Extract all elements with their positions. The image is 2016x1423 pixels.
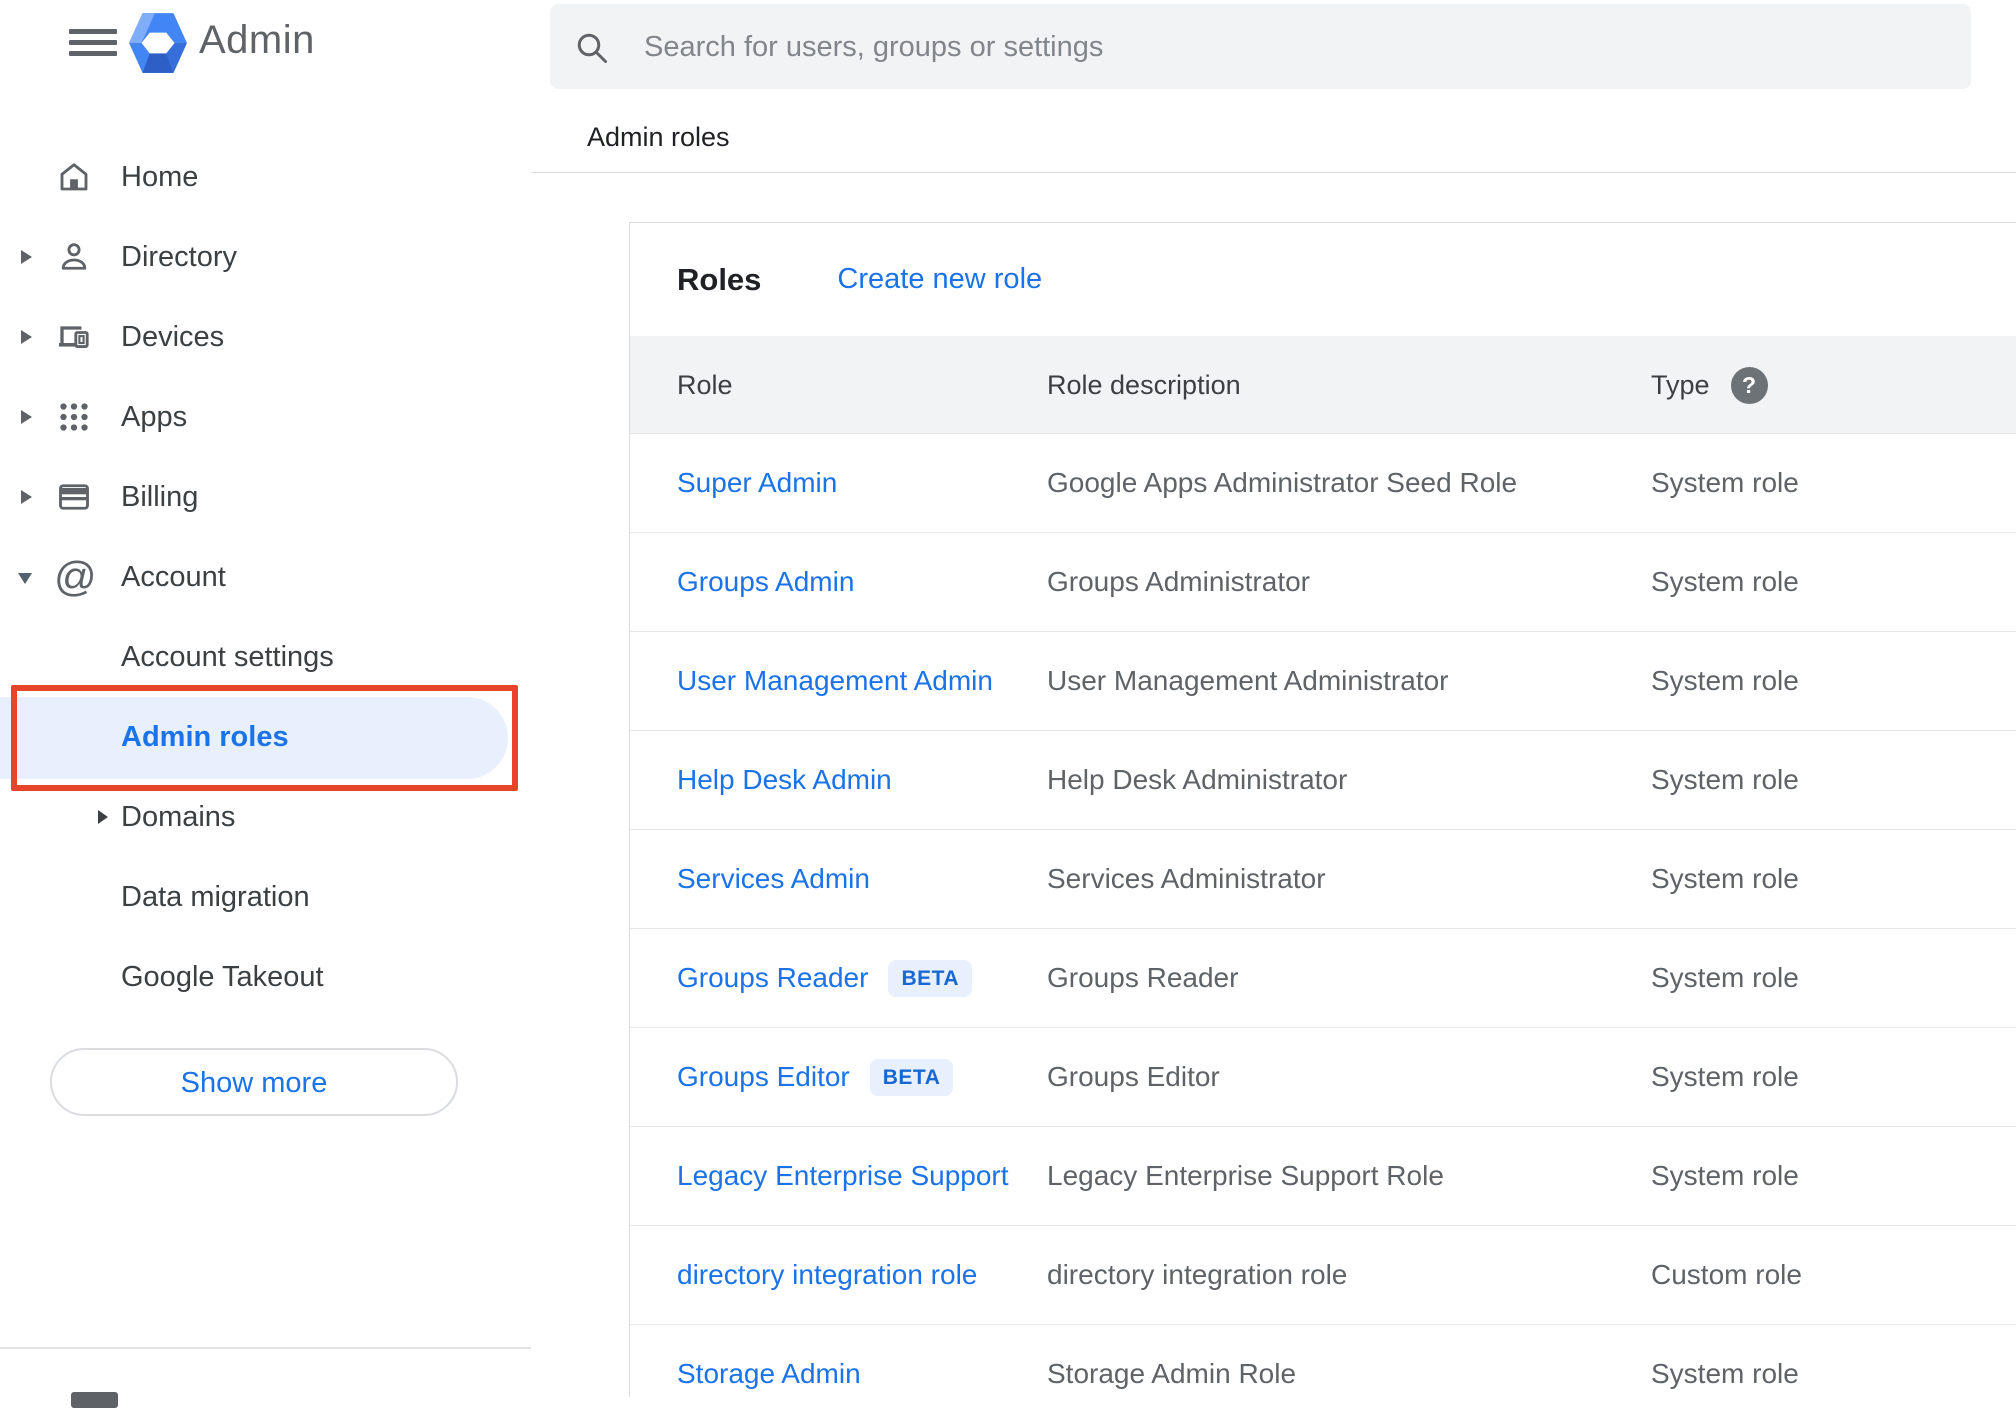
table-row: Legacy Enterprise Support Legacy Enterpr… [630,1127,2016,1226]
role-description: Help Desk Administrator [1047,764,1348,795]
sidebar-item-directory[interactable]: Directory [0,217,531,297]
expand-caret-icon[interactable] [21,330,32,344]
panel-title: Roles [677,261,762,297]
search-bar[interactable] [550,4,1971,91]
role-type: System role [1651,1160,1799,1191]
help-icon[interactable]: ? [1730,366,1768,404]
table-row: Help Desk Admin Help Desk Administrator … [630,731,2016,830]
create-new-role-link[interactable]: Create new role [837,263,1042,296]
sidebar-item-label: Data migration [121,881,310,913]
role-description: Legacy Enterprise Support Role [1047,1160,1444,1191]
role-type: System role [1651,764,1799,795]
home-icon [60,163,88,191]
expand-caret-icon[interactable] [21,490,32,504]
table-row: directory integration role directory int… [630,1226,2016,1325]
role-type: System role [1651,1061,1799,1092]
role-description: Groups Editor [1047,1061,1220,1092]
admin-logo-icon [129,13,187,73]
table-row: User Management Admin User Management Ad… [630,632,2016,731]
role-description: User Management Administrator [1047,665,1449,696]
person-icon [61,243,87,270]
sidebar-item-data-migration[interactable]: Data migration [0,857,531,937]
sidebar-item-billing[interactable]: Billing [0,457,531,537]
role-link[interactable]: Groups Editor [677,1061,850,1093]
sidebar-item-label: Account settings [121,641,334,673]
sidebar-item-label: Account [121,561,226,593]
at-sign-icon: @ [54,553,97,600]
expand-caret-icon[interactable] [98,810,108,824]
beta-badge: BETA [869,1058,954,1096]
sidebar-item-apps[interactable]: Apps [0,377,531,457]
role-type: System role [1651,1358,1799,1389]
table-row: Groups Admin Groups Administrator System… [630,533,2016,632]
sidebar-item-domains[interactable]: Domains [0,777,531,857]
role-link[interactable]: directory integration role [677,1259,977,1291]
role-description: directory integration role [1047,1259,1348,1290]
sidebar-item-label: Devices [121,321,225,353]
role-description: Storage Admin Role [1047,1358,1297,1389]
role-description: Groups Reader [1047,962,1239,993]
sidebar-item-account[interactable]: @ Account [0,537,531,617]
table-row: Groups Editor BETA Groups Editor System … [630,1028,2016,1127]
column-header-role: Role [677,369,733,400]
table-row: Groups Reader BETA Groups Reader System … [630,929,2016,1028]
sidebar-item-admin-roles[interactable]: Admin roles [0,697,531,777]
menu-icon[interactable] [69,29,117,57]
collapse-caret-icon[interactable] [18,573,32,584]
search-icon [577,33,607,63]
app-title: Admin [199,18,315,62]
table-header-row: Role Role description Type ? [630,336,2016,434]
table-row: Services Admin Services Administrator Sy… [630,830,2016,929]
role-description: Groups Administrator [1047,566,1310,597]
sidebar-item-devices[interactable]: Devices [0,297,531,377]
breadcrumb: Admin roles [587,122,730,152]
role-link[interactable]: User Management Admin [677,665,993,697]
role-link[interactable]: Groups Reader [677,962,868,994]
search-input[interactable] [642,4,1946,91]
column-header-description: Role description [1047,369,1241,400]
role-type: System role [1651,467,1799,498]
expand-caret-icon[interactable] [21,250,32,264]
sidebar-item-label: Apps [121,401,188,433]
devices-icon [59,326,89,349]
column-header-type-label: Type [1651,369,1710,400]
credit-card-icon [59,484,89,510]
sidebar-item-account-settings[interactable]: Account settings [0,617,531,697]
table-row: Storage Admin Storage Admin Role System … [630,1325,2016,1423]
clipped-icon [71,1392,118,1408]
role-type: System role [1651,962,1799,993]
sidebar-divider [0,1347,531,1349]
beta-badge: BETA [888,959,973,997]
role-type: Custom role [1651,1259,1802,1290]
sidebar-item-label: Home [121,161,199,193]
role-link[interactable]: Super Admin [677,467,837,499]
column-header-type: Type ? [1651,336,1768,434]
role-link[interactable]: Help Desk Admin [677,764,892,796]
sidebar-item-google-takeout[interactable]: Google Takeout [0,937,531,1017]
role-link[interactable]: Services Admin [677,863,870,895]
roles-table-body: Super Admin Google Apps Administrator Se… [630,434,2016,1423]
sidebar-item-label: Google Takeout [121,961,324,993]
sidebar-item-label: Admin roles [121,721,289,753]
roles-panel-header: Roles Create new role [630,223,2016,336]
sidebar-item-home[interactable]: Home [0,137,531,217]
apps-grid-icon [60,403,88,431]
role-type: System role [1651,665,1799,696]
table-row: Super Admin Google Apps Administrator Se… [630,434,2016,533]
show-more-button[interactable]: Show more [50,1048,458,1116]
roles-panel: Roles Create new role Role Role descript… [629,222,2016,1397]
role-link[interactable]: Groups Admin [677,566,854,598]
role-description: Services Administrator [1047,863,1326,894]
sidebar-item-label: Directory [121,241,238,273]
role-link[interactable]: Storage Admin [677,1358,861,1390]
header-divider [531,172,2016,173]
sidebar-item-label: Domains [121,801,236,833]
sidebar-item-label: Billing [121,481,199,513]
role-type: System role [1651,863,1799,894]
role-description: Google Apps Administrator Seed Role [1047,467,1518,498]
expand-caret-icon[interactable] [21,410,32,424]
role-link[interactable]: Legacy Enterprise Support [677,1160,1009,1192]
role-type: System role [1651,566,1799,597]
